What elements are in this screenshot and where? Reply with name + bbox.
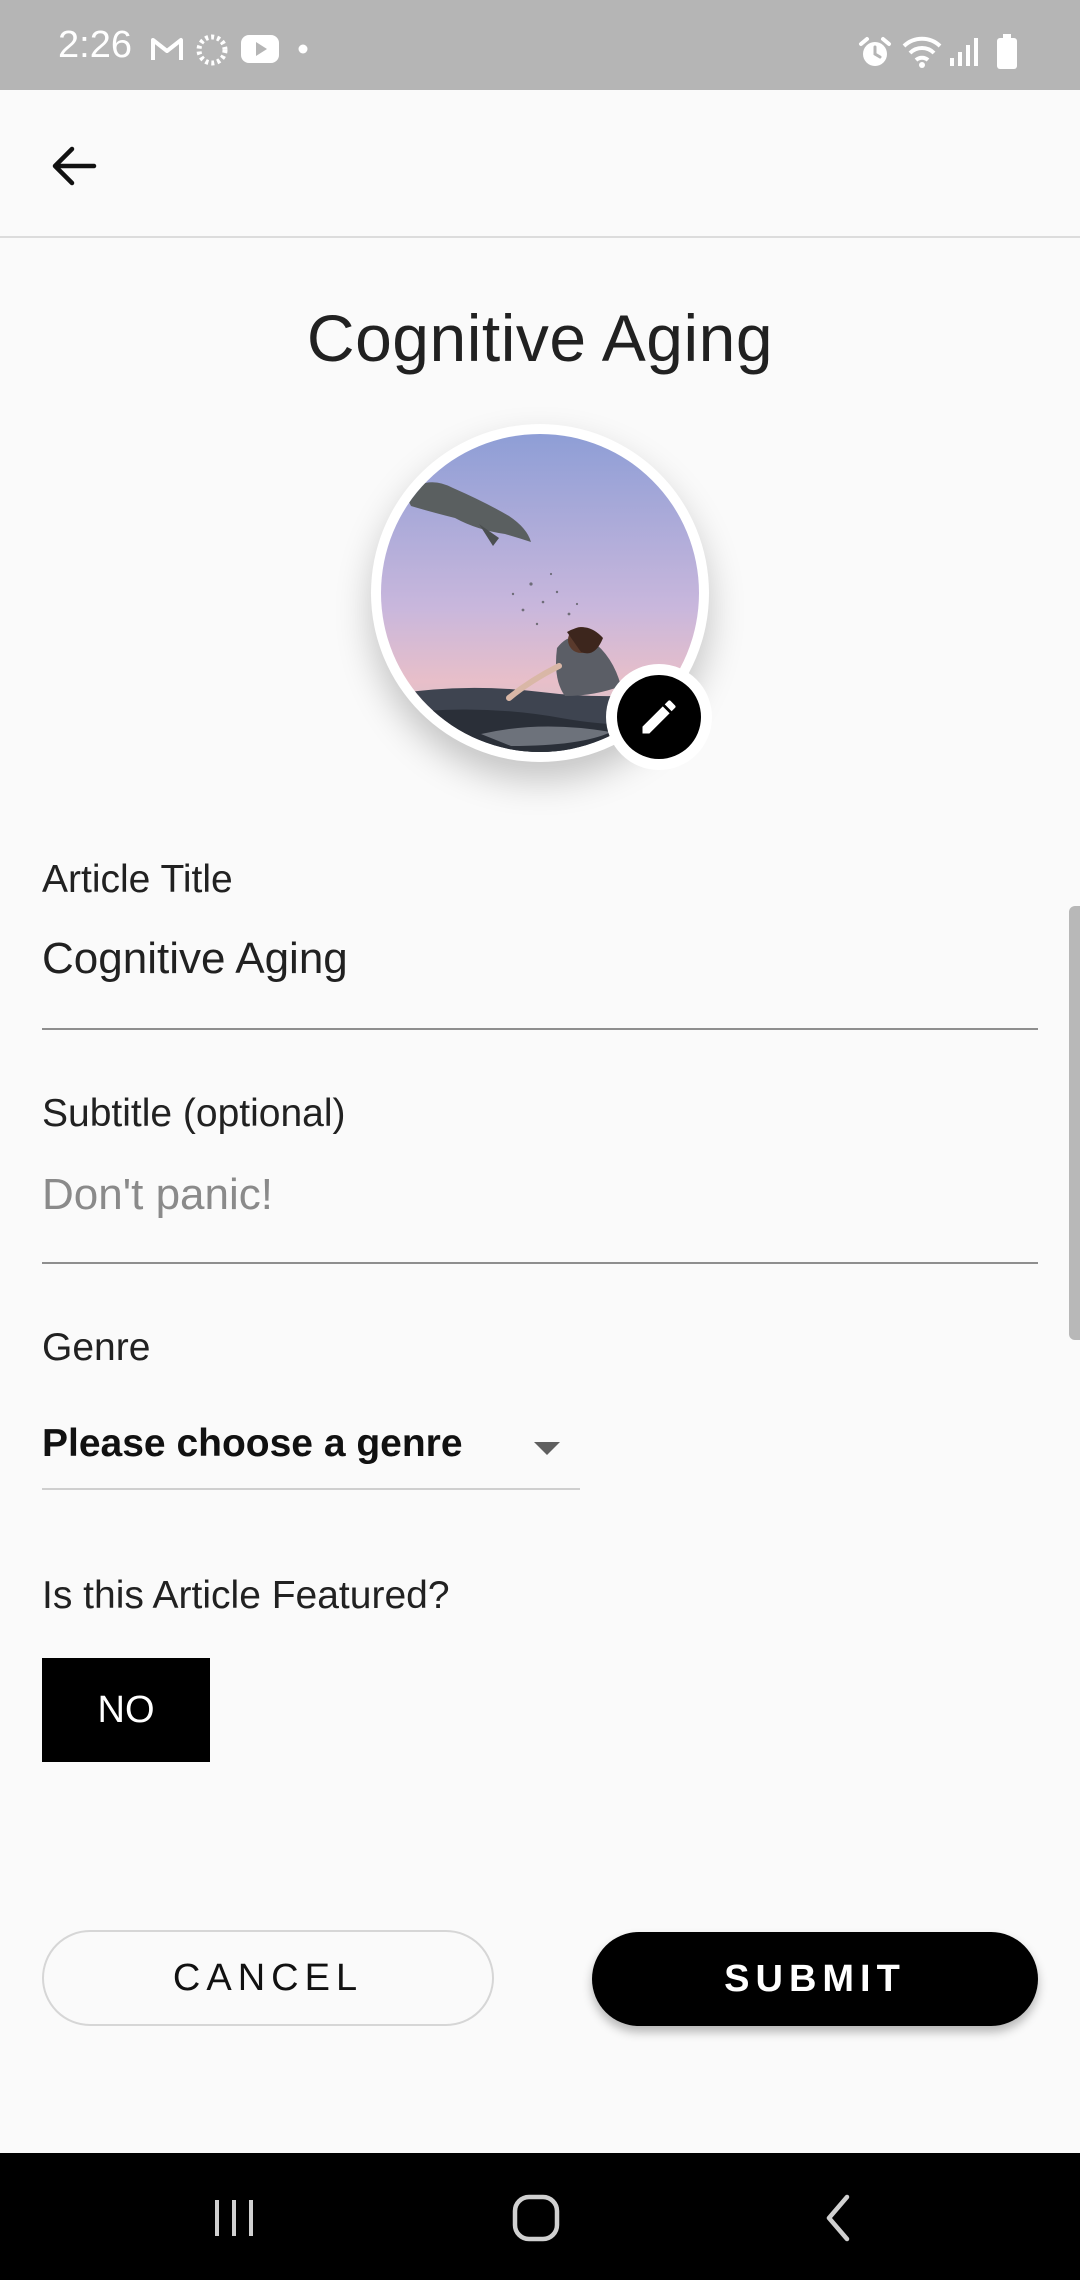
pencil-icon	[642, 700, 676, 734]
chevron-left-icon	[826, 2194, 850, 2242]
genre-dropdown[interactable]: Please choose a genre	[42, 1404, 580, 1490]
featured-toggle-button[interactable]: NO	[42, 1658, 210, 1762]
nav-back-button[interactable]	[778, 2173, 898, 2263]
scrollbar-thumb[interactable]	[1069, 906, 1080, 1340]
article-title-label: Article Title	[42, 858, 233, 901]
nav-home-button[interactable]	[476, 2173, 596, 2263]
edit-photo-badge	[617, 675, 701, 759]
system-nav-bar	[0, 2153, 1080, 2280]
subtitle-input[interactable]: Don't panic!	[42, 1170, 273, 1220]
home-icon	[512, 2194, 560, 2242]
genre-selected-value: Please choose a genre	[42, 1422, 463, 1465]
genre-underline	[42, 1488, 580, 1490]
page-title: Cognitive Aging	[306, 301, 774, 375]
notification-dot-icon	[298, 44, 308, 54]
recents-icon	[215, 2200, 253, 2236]
status-system-icons	[858, 34, 1028, 72]
alarm-icon	[859, 37, 891, 66]
article-title-underline	[42, 1028, 1038, 1030]
cancel-button[interactable]: CANCEL	[42, 1930, 494, 2026]
wifi-icon	[902, 36, 942, 68]
app-bar	[0, 90, 1080, 238]
loading-spinner-icon	[196, 34, 228, 66]
genre-label: Genre	[42, 1326, 151, 1369]
gmail-icon	[151, 38, 183, 60]
back-button[interactable]	[34, 126, 114, 206]
arrow-left-icon	[52, 146, 97, 186]
caret-down-icon	[534, 1442, 560, 1455]
featured-label: Is this Article Featured?	[42, 1574, 450, 1617]
edit-photo-button[interactable]	[606, 664, 712, 770]
status-time: 2:26	[58, 24, 132, 66]
status-bar: 2:26	[0, 0, 1080, 90]
subtitle-underline	[42, 1262, 1038, 1264]
signal-icon	[950, 38, 978, 66]
article-title-input[interactable]: Cognitive Aging	[42, 934, 348, 984]
submit-button[interactable]: SUBMIT	[592, 1932, 1038, 2026]
battery-icon	[997, 34, 1017, 69]
nav-recents-button[interactable]	[174, 2173, 294, 2263]
youtube-icon	[241, 35, 279, 63]
subtitle-label: Subtitle (optional)	[42, 1092, 346, 1135]
